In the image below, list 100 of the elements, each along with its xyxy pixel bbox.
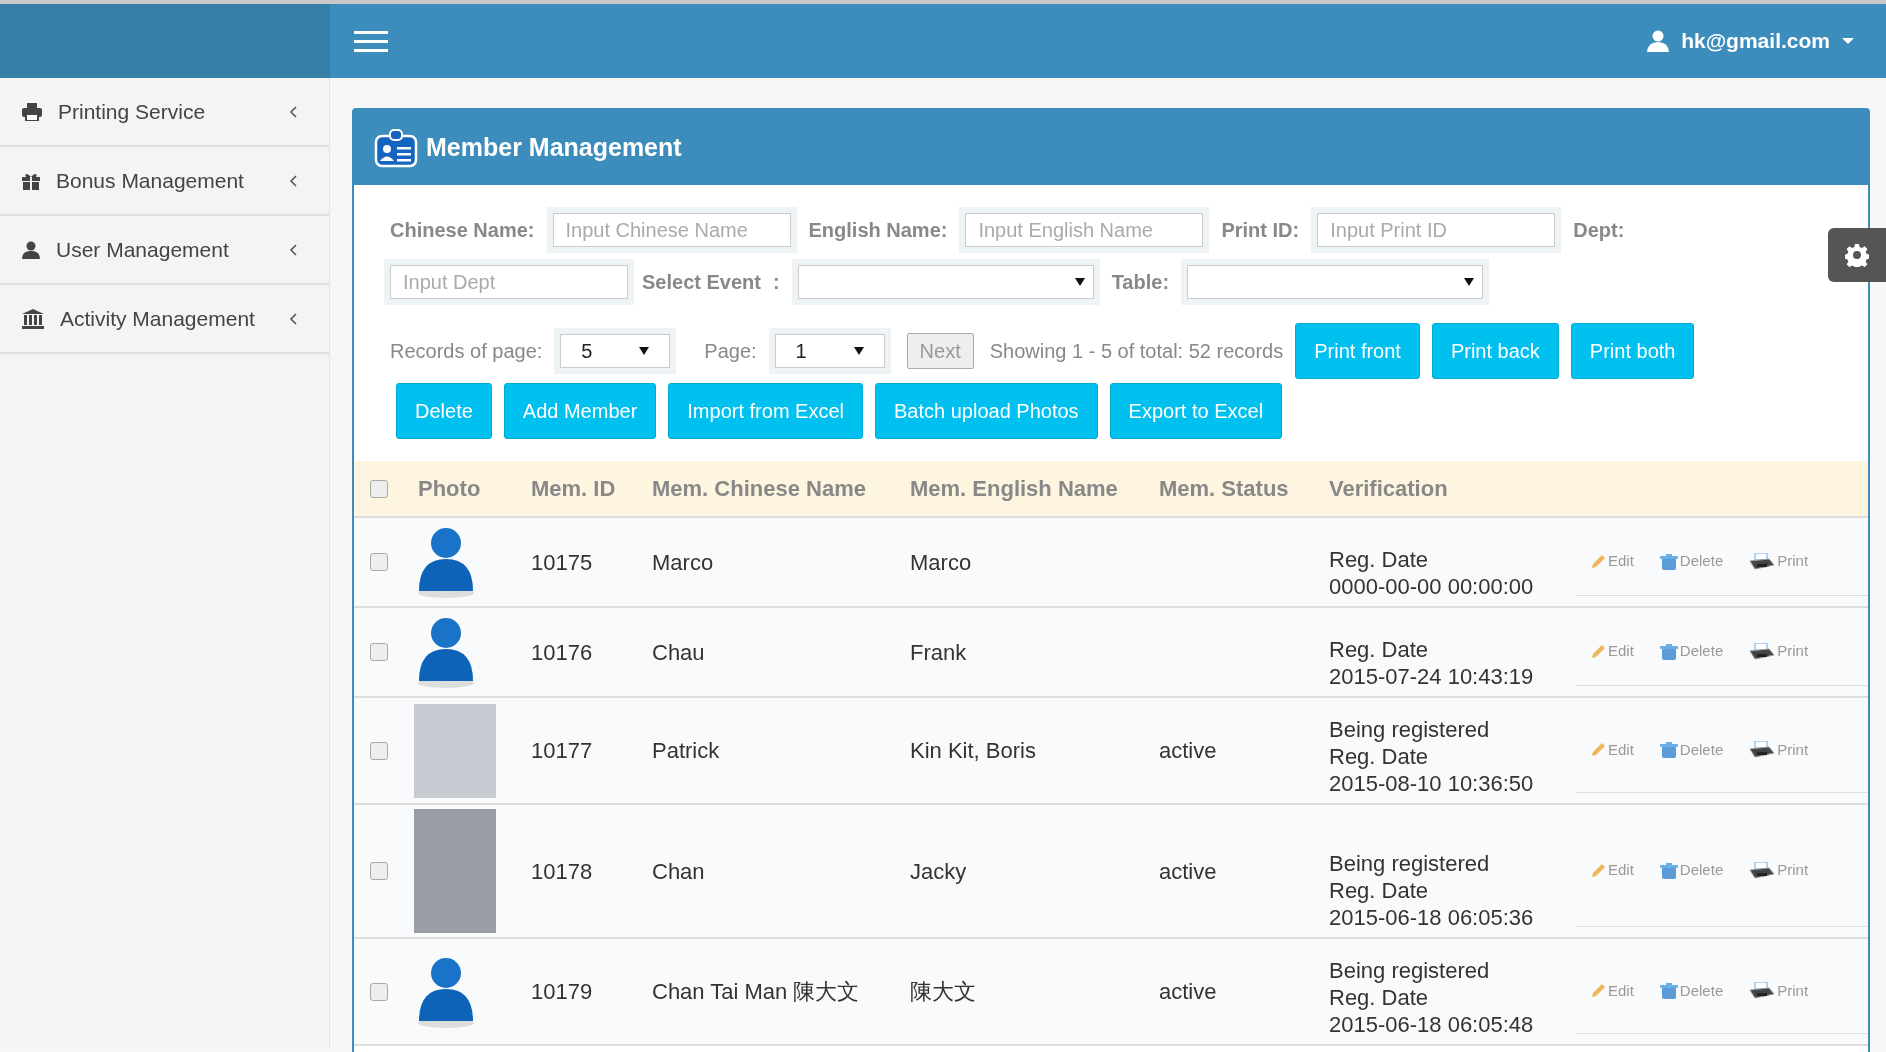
user-icon [22,240,40,259]
dropdown[interactable]: 1 [774,334,885,368]
verification-text: 2015-06-18 06:05:36 [1329,904,1535,931]
field-label: English Name: [808,218,948,243]
text-input[interactable]: Input Chinese Name [552,213,791,247]
trash-icon [1659,553,1678,570]
user-menu[interactable]: hk@gmail.com [1647,25,1854,57]
text-input[interactable]: Input English Name [965,213,1204,247]
row-action-link[interactable]: Delete [1659,550,1724,573]
row-action-link[interactable]: Delete [1659,738,1724,762]
checkbox[interactable] [370,479,388,498]
row-action-link[interactable]: Print [1749,979,1809,1003]
dropdown-arrow-icon [853,347,864,355]
action-button[interactable]: Delete [396,383,492,439]
dropdown[interactable] [1187,265,1484,299]
row-action-link[interactable]: Edit [1590,859,1634,882]
checkbox[interactable] [370,741,388,760]
pencil-icon [1590,553,1606,570]
row-action-link[interactable]: Print [1749,550,1809,573]
row-action-link[interactable]: Print [1749,640,1809,663]
verification-text: 2015-08-10 10:36:50 [1329,770,1535,797]
member-id: 10176 [531,639,593,665]
chinese-name: Chan [652,858,705,884]
settings-icon [1845,243,1869,267]
row-action-link[interactable]: Edit [1590,738,1634,762]
action-button[interactable]: Export to Excel [1109,383,1283,439]
checkbox[interactable] [370,553,388,571]
english-name: Marco [910,549,972,575]
sidebar-item[interactable]: Activity Management [0,285,329,354]
pencil-icon [1590,862,1606,879]
dropdown-arrow-icon [1464,278,1475,286]
row-action-link[interactable]: Print [1749,859,1809,882]
member-id: 10178 [531,858,593,884]
verification-text: Being registered [1329,957,1491,984]
field-label: Page: [704,339,757,364]
field-label: Table: [1111,270,1170,295]
next-button[interactable]: Next [906,333,974,369]
field-label: Records of page: [390,339,543,364]
column-header: Mem. Status [1159,476,1289,501]
action-button[interactable]: Add Member [503,383,657,439]
verification-text: Being registered [1329,850,1491,877]
printer-icon [1749,861,1776,880]
sidebar-item[interactable]: Bonus Management [0,147,329,216]
gift-icon [22,171,40,190]
member-status: active [1159,738,1217,763]
row-action-link[interactable]: Edit [1590,979,1634,1003]
text-input[interactable]: Input Dept [390,265,628,299]
action-button[interactable]: Batch upload Photos [875,383,1098,439]
user-icon [1647,30,1670,52]
row-action-link[interactable]: Delete [1659,859,1724,882]
trash-icon [1659,983,1678,999]
row-action-link[interactable]: Edit [1590,550,1634,573]
verification-text: Reg. Date [1329,636,1430,663]
bank-icon [22,308,44,329]
caret-icon [1842,37,1854,45]
id-card-icon [374,127,418,168]
column-header: Photo [418,476,481,501]
row-action-link[interactable]: Delete [1659,979,1724,1003]
member-id: 10175 [531,549,593,575]
dropdown-arrow-icon [639,347,650,355]
chinese-name: Marco [652,549,714,575]
verification-text: Being registered [1329,716,1491,743]
verification-text: 0000-00-00 00:00:00 [1329,573,1535,600]
trash-icon [1659,862,1678,879]
settings-button[interactable] [1828,228,1886,282]
print-button[interactable]: Print back [1431,323,1559,379]
dropdown[interactable]: 5 [560,334,671,368]
checkbox[interactable] [370,643,388,661]
printer-icon [1749,741,1776,759]
text-input[interactable]: Input Print ID [1317,213,1556,247]
print-button[interactable]: Print front [1295,323,1420,379]
separator-text: : [772,270,780,295]
row-action-link[interactable]: Delete [1659,640,1724,663]
sidebar-item[interactable]: Printing Service [0,78,329,147]
checkbox[interactable] [370,982,388,1001]
checkbox[interactable] [370,862,388,880]
menu-icon [354,29,388,53]
member-id: 10179 [531,979,593,1004]
printer-icon [1749,982,1776,1000]
column-header: Mem. Chinese Name [652,476,866,501]
row-action-link[interactable]: Edit [1590,640,1634,663]
pencil-icon [1590,742,1606,758]
member-status: active [1159,858,1217,884]
row-action-link[interactable]: Print [1749,738,1809,762]
field-label: Select Event [642,270,761,295]
print-button[interactable]: Print both [1570,323,1695,379]
field-label: Dept: [1573,218,1625,243]
sidebar-item[interactable]: User Management [0,216,329,285]
field-label: Print ID: [1221,218,1300,243]
verification-text: Reg. Date [1329,984,1430,1011]
chinese-name: Chau [652,639,705,665]
member-id: 10177 [531,738,593,763]
action-button[interactable]: Import from Excel [668,383,863,439]
dropdown[interactable] [797,265,1094,299]
english-name: Frank [910,639,967,665]
printer-icon [1749,642,1776,661]
english-name: Jacky [910,858,967,884]
verification-text: 2015-06-18 06:05:48 [1329,1011,1535,1038]
verification-text: Reg. Date [1329,877,1430,904]
column-header: Mem. ID [531,476,616,501]
